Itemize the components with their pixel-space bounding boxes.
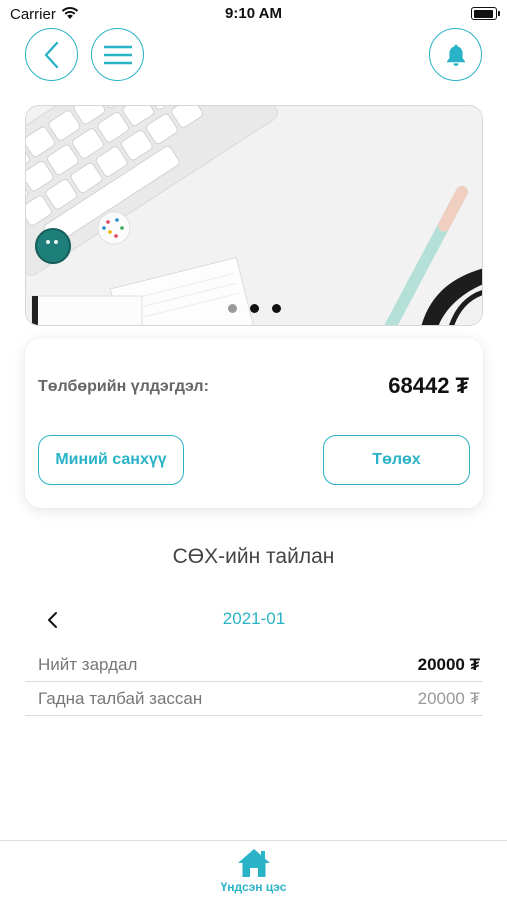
tab-home[interactable]: Үндсэн цэс (0, 841, 507, 900)
battery-icon (471, 7, 500, 20)
chevron-left-icon (44, 41, 58, 68)
banner-image (26, 106, 482, 325)
report-row-value: 20000 ₮ (417, 689, 480, 708)
bell-icon (446, 44, 465, 66)
notifications-button[interactable] (429, 28, 482, 81)
my-finance-button[interactable]: Миний санхүү (38, 435, 184, 485)
report-row-value: 20000 ₮ (417, 655, 480, 674)
report-title: СӨХ-ийн тайлан (172, 545, 335, 568)
balance-label: Төлбөрийн үлдэгдэл: (38, 378, 209, 395)
home-icon (237, 849, 270, 877)
report-row: Гадна талбай зассан 20000 ₮ (25, 682, 483, 716)
balance-card: Төлбөрийн үлдэгдэл: 68442 ₮ Миний санхүү… (25, 338, 483, 508)
report-row-label: Нийт зардал (38, 655, 138, 674)
report-row-label: Гадна талбай зассан (38, 689, 203, 708)
report-row: Нийт зардал 20000 ₮ (25, 648, 483, 682)
carousel-pagination[interactable] (26, 304, 482, 313)
hamburger-menu-icon (103, 45, 132, 64)
carousel-dot[interactable] (227, 304, 237, 313)
carousel-dot[interactable] (249, 304, 259, 313)
tab-home-label: Үндсэн цэс (220, 880, 287, 894)
month-label: 2021-01 (222, 609, 286, 628)
tab-bar: Үндсэн цэс (0, 840, 507, 900)
status-bar: Carrier 9:10 AM (0, 0, 507, 28)
clock-time: 9:10 AM (225, 5, 282, 22)
app-screen: Carrier 9:10 AM Төлбөрийн үлдэгдэл: 6844… (0, 0, 507, 900)
menu-button[interactable] (91, 28, 144, 81)
carousel-dot[interactable] (271, 304, 281, 313)
month-selector: 2021-01 (25, 604, 483, 636)
balance-value: 68442 ₮ (388, 373, 469, 398)
back-button[interactable] (25, 28, 78, 81)
banner-carousel[interactable] (25, 105, 483, 326)
pay-button[interactable]: Төлөх (323, 435, 470, 485)
